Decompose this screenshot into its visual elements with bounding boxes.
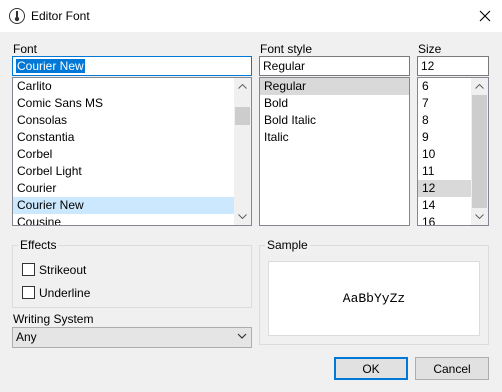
font-style-list-item[interactable]: Regular — [260, 78, 409, 95]
font-style-list-items: Regular Bold Bold Italic Italic — [260, 78, 409, 225]
close-icon — [479, 10, 491, 22]
chevron-down-icon — [237, 333, 247, 339]
size-list-item[interactable]: 7 — [418, 95, 471, 112]
size-list-items: 6 7 8 9 10 11 12 14 16 — [418, 78, 471, 225]
scroll-thumb[interactable] — [472, 95, 487, 208]
size-input[interactable]: 12 — [417, 56, 489, 76]
size-list-item[interactable]: 9 — [418, 129, 471, 146]
strikeout-checkbox[interactable] — [22, 263, 35, 276]
font-list-item[interactable]: Carlito — [13, 78, 234, 95]
size-list[interactable]: 6 7 8 9 10 11 12 14 16 — [417, 77, 489, 226]
size-value: 12 — [421, 59, 435, 73]
scroll-up-icon[interactable] — [234, 78, 251, 95]
font-list-item[interactable]: Courier — [13, 180, 234, 197]
scroll-up-icon[interactable] — [471, 78, 488, 95]
writing-system-value: Any — [16, 330, 37, 344]
effects-title: Effects — [18, 238, 59, 252]
sample-text: AaBbYyZz — [342, 291, 406, 306]
font-list-item[interactable]: Corbel — [13, 146, 234, 163]
font-name-input[interactable]: Courier New — [12, 56, 252, 76]
size-list-item[interactable]: 6 — [418, 78, 471, 95]
ok-button-label: OK — [362, 361, 380, 376]
font-style-list-item[interactable]: Bold — [260, 95, 409, 112]
font-style-input[interactable]: Regular — [259, 56, 410, 76]
font-style-value: Regular — [263, 59, 306, 73]
size-list-scrollbar[interactable] — [471, 78, 488, 225]
size-list-item[interactable]: 11 — [418, 163, 471, 180]
font-style-list-item[interactable]: Bold Italic — [260, 112, 409, 129]
cancel-button[interactable]: Cancel — [415, 357, 489, 380]
size-list-item[interactable]: 10 — [418, 146, 471, 163]
scroll-down-icon[interactable] — [234, 208, 251, 225]
font-label: Font — [13, 42, 38, 56]
strikeout-label: Strikeout — [39, 263, 87, 277]
ok-button[interactable]: OK — [334, 357, 408, 380]
sample-preview: AaBbYyZz — [268, 261, 480, 336]
sample-title: Sample — [265, 238, 310, 252]
font-list-item[interactable]: Corbel Light — [13, 163, 234, 180]
font-list-item[interactable]: Cousine — [13, 214, 234, 225]
underline-checkbox[interactable] — [22, 286, 35, 299]
font-list-item[interactable]: Constantia — [13, 129, 234, 146]
font-style-label: Font style — [260, 42, 313, 56]
title-bar: Editor Font — [0, 0, 502, 32]
size-label: Size — [418, 42, 442, 56]
size-list-item[interactable]: 16 — [418, 214, 471, 225]
font-style-list-item[interactable]: Italic — [260, 129, 409, 146]
scroll-down-icon[interactable] — [471, 208, 488, 225]
font-list[interactable]: Carlito Comic Sans MS Consolas Constantia Co… — [12, 77, 252, 226]
close-button[interactable] — [468, 0, 502, 32]
thermometer-icon — [9, 8, 25, 24]
scroll-thumb[interactable] — [235, 107, 250, 125]
cancel-button-label: Cancel — [433, 361, 471, 376]
font-name-value: Courier New — [16, 59, 85, 73]
size-list-item[interactable]: 14 — [418, 197, 471, 214]
font-list-item[interactable]: Courier New — [13, 197, 234, 214]
size-list-item[interactable]: 8 — [418, 112, 471, 129]
writing-system-label: Writing System — [13, 312, 94, 326]
font-list-items: Carlito Comic Sans MS Consolas Constantia Co… — [13, 78, 234, 225]
size-list-item[interactable]: 12 — [418, 180, 471, 197]
window-title: Editor Font — [31, 9, 90, 23]
writing-system-select[interactable]: Any — [12, 327, 252, 348]
font-list-item[interactable]: Comic Sans MS — [13, 95, 234, 112]
font-list-scrollbar[interactable] — [234, 78, 251, 225]
font-style-list[interactable]: Regular Bold Bold Italic Italic — [259, 77, 410, 226]
underline-label: Underline — [39, 286, 91, 300]
font-list-item[interactable]: Consolas — [13, 112, 234, 129]
